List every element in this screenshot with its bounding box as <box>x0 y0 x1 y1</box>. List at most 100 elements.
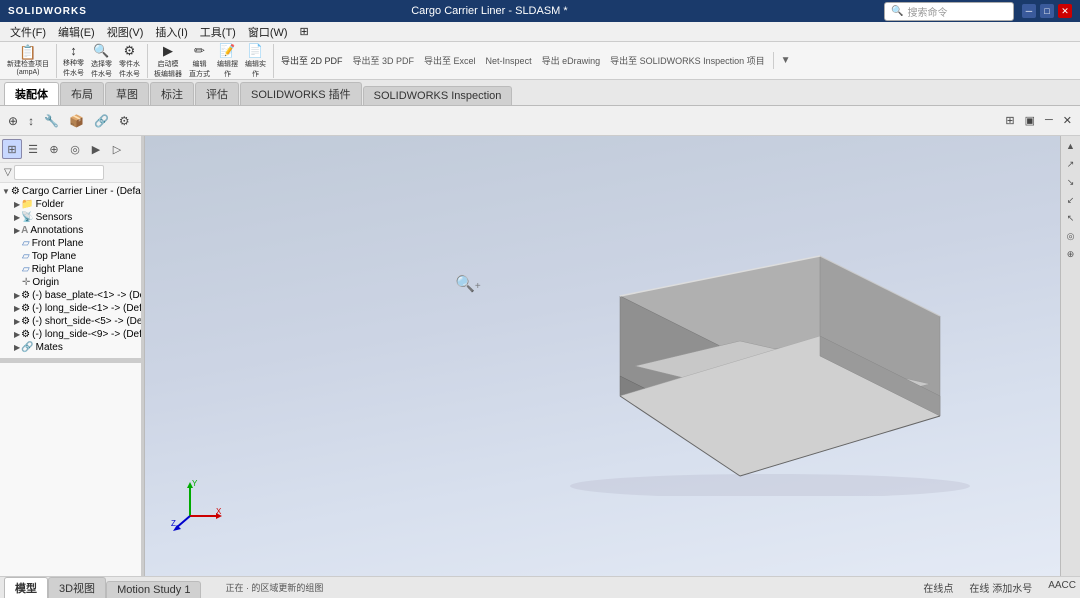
right-panel-btn5[interactable]: ↖ <box>1063 210 1079 226</box>
status-tab-3dview[interactable]: 3D视图 <box>48 577 106 598</box>
base-plate-arrow: ▶ <box>14 291 20 300</box>
toolbar-group-editor: ▶ 启动模板编辑器 ✏ 编辑直方式 📝 编辑摆作 📄 编辑实作 <box>151 44 274 78</box>
window-controls: ─ □ ✕ <box>1022 4 1072 18</box>
tree-item-front-plane[interactable]: ▱ Front Plane <box>0 237 141 250</box>
feature-tree-sidebar: ⊞ ☰ ⊕ ◎ ▶ ▷ ▽ ▼ ⚙ Cargo Carrier Liner - … <box>0 136 142 576</box>
view-icon4[interactable]: ✕ <box>1059 112 1076 129</box>
close-button[interactable]: ✕ <box>1058 4 1072 18</box>
select-parts-button[interactable]: 🔍 选择零件水号 <box>88 44 115 78</box>
sidebar-search-input[interactable] <box>14 165 104 180</box>
move-icon: ↕ <box>70 43 77 58</box>
toolbar2-icon2[interactable]: ↕ <box>24 112 38 130</box>
status-tab-motion[interactable]: Motion Study 1 <box>106 581 201 598</box>
export-swi-button[interactable]: 导出至 SOLIDWORKS Inspection 项目 <box>606 52 769 69</box>
toolbar2-icon1[interactable]: ⊕ <box>4 112 22 130</box>
feature-tree: ▼ ⚙ Cargo Carrier Liner - (Default ▶ 📁 F… <box>0 183 141 576</box>
tab-assembly[interactable]: 装配体 <box>4 82 59 105</box>
tree-item-right-plane[interactable]: ▱ Right Plane <box>0 263 141 276</box>
part-water-button[interactable]: ⚙ 零件水件水号 <box>116 44 143 78</box>
status-left-text: 正在 · 的区域更新的组图 <box>225 581 323 594</box>
sidebar-icon-play[interactable]: ▶ <box>86 139 106 159</box>
mates-arrow: ▶ <box>14 343 20 352</box>
view-icon3[interactable]: ─ <box>1041 112 1057 129</box>
tree-item-long-side-1[interactable]: ▶ ⚙ (-) long_side-<1> -> (Def <box>0 302 141 315</box>
menu-item-more[interactable]: ⊞ <box>294 25 315 38</box>
right-panel-btn4[interactable]: ↙ <box>1063 192 1079 208</box>
move-parts-button[interactable]: ↕ 移种零件水号 <box>60 44 87 78</box>
tab-layout[interactable]: 布局 <box>60 82 104 105</box>
3d-model-svg <box>540 236 1000 496</box>
status-add-number: 在线 添加水号 <box>969 580 1032 595</box>
right-panel-btn3[interactable]: ↘ <box>1063 174 1079 190</box>
tree-item-folder[interactable]: ▶ 📁 Folder <box>0 198 141 211</box>
short-side-arrow: ▶ <box>14 317 20 326</box>
menu-item-edit[interactable]: 编辑(E) <box>52 24 101 40</box>
root-label: Cargo Carrier Liner - (Default <box>22 186 141 197</box>
tree-item-top-plane[interactable]: ▱ Top Plane <box>0 250 141 263</box>
sidebar-icon-add[interactable]: ⊕ <box>44 139 64 159</box>
tree-item-sensors[interactable]: ▶ 📡 Sensors <box>0 211 141 224</box>
right-panel-btn7[interactable]: ⊕ <box>1063 246 1079 262</box>
toolbar2-icon3[interactable]: 🔧 <box>40 112 63 130</box>
status-tab-model[interactable]: 模型 <box>4 577 48 598</box>
export-2dpdf-button[interactable]: 导出至 2D PDF <box>277 52 347 69</box>
tree-item-base-plate[interactable]: ▶ ⚙ (-) base_plate-<1> -> (De <box>0 289 141 302</box>
menu-item-insert[interactable]: 插入(I) <box>149 24 193 40</box>
svg-text:Y: Y <box>192 479 198 488</box>
minimize-button[interactable]: ─ <box>1022 4 1036 18</box>
sidebar-icon-more[interactable]: ▷ <box>107 139 127 159</box>
right-panel-btn1[interactable]: ▲ <box>1063 138 1079 154</box>
toolbar2-icon6[interactable]: ⚙ <box>115 112 134 130</box>
base-plate-label: (-) base_plate-<1> -> (De <box>32 290 141 301</box>
edit-solid-button[interactable]: 📄 编辑实作 <box>242 44 269 78</box>
title-search[interactable]: 🔍 搜索命令 <box>884 2 1014 21</box>
net-inspect-button[interactable]: Net-Inspect <box>482 54 536 68</box>
edit-mode-button[interactable]: 📝 编辑摆作 <box>214 44 241 78</box>
tree-item-mates[interactable]: ▶ 🔗 Mates <box>0 341 141 354</box>
menu-item-file[interactable]: 文件(F) <box>4 24 52 40</box>
main-tabbar: 装配体 布局 草图 标注 评估 SOLIDWORKS 插件 SOLIDWORKS… <box>0 80 1080 106</box>
new-icon: 📋 <box>19 44 36 61</box>
toolbar2-icon5[interactable]: 🔗 <box>90 112 113 130</box>
base-plate-icon: ⚙ <box>21 290 30 301</box>
main-area: ⊞ ☰ ⊕ ◎ ▶ ▷ ▽ ▼ ⚙ Cargo Carrier Liner - … <box>0 136 1080 576</box>
root-arrow: ▼ <box>2 187 10 196</box>
tab-markup[interactable]: 标注 <box>150 82 194 105</box>
status-tabs: 模型 3D视图 Motion Study 1 <box>4 577 201 598</box>
tree-item-annotations[interactable]: ▶ A Annotations <box>0 224 141 237</box>
toolbar-expand-button[interactable]: ▼ <box>781 55 791 66</box>
tree-item-origin[interactable]: ✛ Origin <box>0 276 141 289</box>
maximize-button[interactable]: □ <box>1040 4 1054 18</box>
right-panel-btn6[interactable]: ◎ <box>1063 228 1079 244</box>
sidebar-icon-tree[interactable]: ⊞ <box>2 139 22 159</box>
menu-item-view[interactable]: 视图(V) <box>101 24 150 40</box>
tab-evaluate[interactable]: 评估 <box>195 82 239 105</box>
edit-icon: ✏ <box>194 43 205 59</box>
3d-viewport[interactable]: 🔍+ <box>145 136 1060 576</box>
sidebar-icon-circle[interactable]: ◎ <box>65 139 85 159</box>
export-edrawing-button[interactable]: 导出 eDrawing <box>538 52 605 69</box>
right-plane-icon: ▱ <box>22 264 30 275</box>
tree-item-long-side-9[interactable]: ▶ ⚙ (-) long_side-<9> -> (Def <box>0 328 141 341</box>
tab-swi[interactable]: SOLIDWORKS Inspection <box>363 86 513 105</box>
sidebar-icon-list[interactable]: ☰ <box>23 139 43 159</box>
view-icon2[interactable]: ▣ <box>1021 112 1039 129</box>
new-inspection-button[interactable]: 📋 新建检查项目(ampA) <box>4 44 52 78</box>
tree-item-root[interactable]: ▼ ⚙ Cargo Carrier Liner - (Default <box>0 185 141 198</box>
toolbar2-icon4[interactable]: 📦 <box>65 112 88 130</box>
view-icon1[interactable]: ⊞ <box>1001 112 1018 129</box>
launch-template-button[interactable]: ▶ 启动模板编辑器 <box>151 44 185 78</box>
status-right-area: 在线点 在线 添加水号 AACC <box>923 580 1076 595</box>
export-excel-button[interactable]: 导出至 Excel <box>420 52 480 69</box>
front-plane-icon: ▱ <box>22 238 30 249</box>
tree-resize-handle[interactable] <box>0 358 141 363</box>
tab-sketch[interactable]: 草图 <box>105 82 149 105</box>
origin-label: Origin <box>32 277 59 288</box>
tab-sw-addins[interactable]: SOLIDWORKS 插件 <box>240 82 362 105</box>
right-panel-btn2[interactable]: ↗ <box>1063 156 1079 172</box>
tree-item-short-side[interactable]: ▶ ⚙ (-) short_side-<5> -> (De <box>0 315 141 328</box>
export-3dpdf-button[interactable]: 导出至 3D PDF <box>349 52 419 69</box>
menu-item-window[interactable]: 窗口(W) <box>242 24 294 40</box>
edit-direct-button[interactable]: ✏ 编辑直方式 <box>186 44 213 78</box>
menu-item-tools[interactable]: 工具(T) <box>194 24 242 40</box>
